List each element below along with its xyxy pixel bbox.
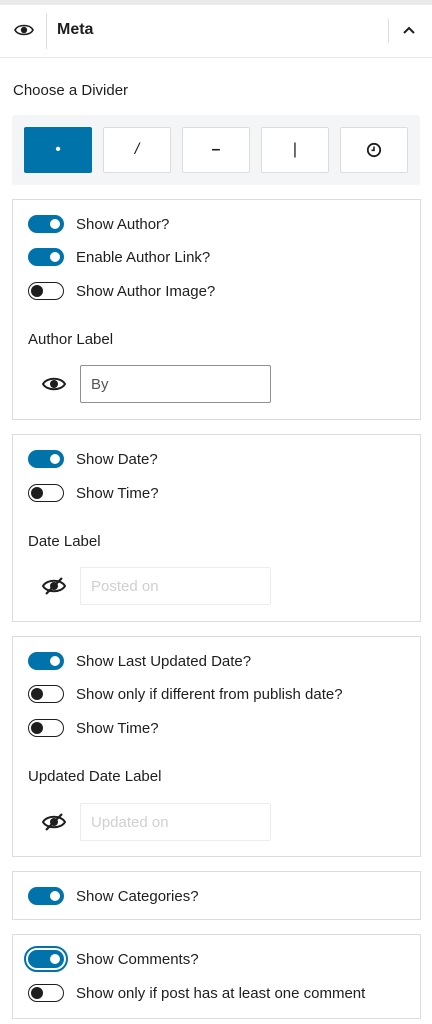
divider-label: Choose a Divider — [13, 82, 129, 99]
show-comments-toggle[interactable] — [24, 946, 68, 972]
updated-show-time-toggle[interactable] — [28, 719, 64, 737]
divider-clock-button[interactable] — [340, 127, 408, 173]
divider-slash-symbol: / — [134, 141, 140, 158]
show-time-label: Show Time? — [76, 484, 159, 502]
updated-label-input[interactable] — [80, 803, 271, 841]
show-date-label: Show Date? — [76, 450, 158, 468]
updated-show-time-row[interactable]: Show Time? — [28, 717, 159, 739]
date-label-heading: Date Label — [28, 533, 101, 550]
show-categories-toggle[interactable] — [28, 887, 64, 905]
divider-pipe-symbol: | — [292, 141, 298, 158]
show-author-row[interactable]: Show Author? — [28, 213, 169, 235]
show-updated-row[interactable]: Show Last Updated Date? — [28, 650, 251, 672]
author-label-heading: Author Label — [28, 331, 114, 348]
header-separator — [46, 13, 47, 49]
panel-title: Meta — [57, 21, 94, 38]
only-if-comment-row[interactable]: Show only if post has at least one comme… — [28, 982, 365, 1004]
comments-panel: Show Comments? Show only if post has at … — [12, 934, 421, 1019]
only-different-toggle[interactable] — [28, 685, 64, 703]
updated-show-time-label: Show Time? — [76, 719, 159, 737]
divider-dash-symbol: – — [211, 141, 221, 158]
panel-header[interactable]: Meta — [0, 5, 432, 58]
show-date-toggle[interactable] — [28, 450, 64, 468]
show-author-image-label: Show Author Image? — [76, 282, 216, 300]
show-time-row[interactable]: Show Time? — [28, 482, 159, 504]
updated-label-heading: Updated Date Label — [28, 768, 162, 785]
categories-panel: Show Categories? — [12, 871, 421, 920]
author-label-input[interactable] — [80, 365, 271, 403]
show-date-row[interactable]: Show Date? — [28, 448, 158, 470]
only-if-comment-toggle[interactable] — [28, 984, 64, 1002]
show-author-label: Show Author? — [76, 215, 170, 233]
enable-author-link-row[interactable]: Enable Author Link? — [28, 246, 210, 268]
only-different-row[interactable]: Show only if different from publish date… — [28, 683, 343, 705]
show-author-toggle[interactable] — [28, 215, 64, 233]
header-separator-right — [388, 19, 389, 43]
only-if-comment-label: Show only if post has at least one comme… — [76, 984, 366, 1002]
divider-dot-symbol: • — [55, 141, 61, 158]
show-categories-row[interactable]: Show Categories? — [28, 885, 199, 907]
updated-date-panel: Show Last Updated Date? Show only if dif… — [12, 636, 421, 857]
show-author-image-toggle[interactable] — [28, 282, 64, 300]
eye-icon[interactable] — [14, 22, 34, 38]
eye-slash-icon[interactable] — [41, 576, 67, 596]
chevron-up-icon[interactable] — [400, 23, 418, 37]
eye-icon[interactable] — [41, 374, 67, 394]
date-label-input[interactable] — [80, 567, 271, 605]
enable-author-link-label: Enable Author Link? — [76, 248, 211, 266]
show-categories-label: Show Categories? — [76, 887, 199, 905]
enable-author-link-toggle[interactable] — [28, 248, 64, 266]
divider-options: • / – | — [12, 115, 420, 185]
show-comments-label: Show Comments? — [76, 950, 199, 968]
only-different-label: Show only if different from publish date… — [76, 685, 343, 703]
eye-slash-icon[interactable] — [41, 812, 67, 832]
clock-icon — [366, 142, 382, 158]
divider-pipe-button[interactable]: | — [261, 127, 329, 173]
show-time-toggle[interactable] — [28, 484, 64, 502]
divider-slash-button[interactable]: / — [103, 127, 171, 173]
divider-dot-button[interactable]: • — [24, 127, 92, 173]
show-comments-row[interactable]: Show Comments? — [24, 946, 199, 972]
author-panel: Show Author? Enable Author Link? Show Au… — [12, 199, 421, 420]
divider-dash-button[interactable]: – — [182, 127, 250, 173]
show-updated-label: Show Last Updated Date? — [76, 652, 252, 670]
show-updated-toggle[interactable] — [28, 652, 64, 670]
date-panel: Show Date? Show Time? Date Label — [12, 434, 421, 622]
show-author-image-row[interactable]: Show Author Image? — [28, 280, 215, 302]
